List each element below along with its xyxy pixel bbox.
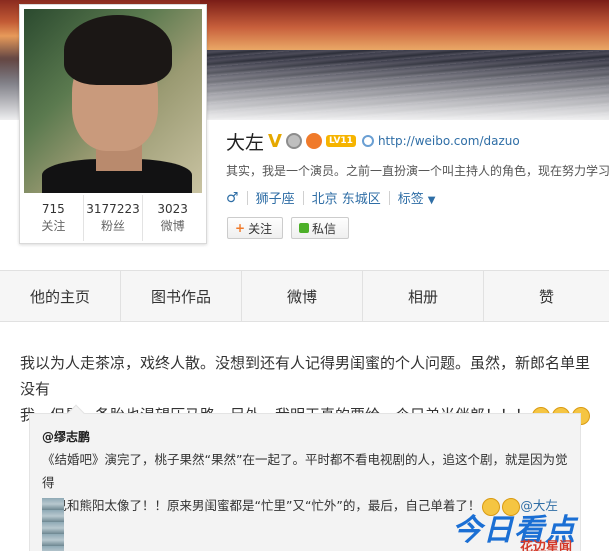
avatar-card: 715 关注 3177223 粉丝 3023 微博	[19, 4, 207, 244]
tags-dropdown[interactable]: 标签 ▼	[398, 188, 436, 207]
male-icon: ♂	[226, 189, 239, 206]
tab-weibo[interactable]: 微博	[242, 271, 363, 321]
profile-name-row: 大左 V LV11 http://weibo.com/dazuo	[226, 128, 520, 154]
watermark-subtitle: 花边星闻	[520, 540, 573, 551]
cover-sky	[200, 0, 609, 50]
tab-likes[interactable]: 赞	[484, 271, 609, 321]
avatar[interactable]	[24, 9, 202, 193]
profile-name: 大左	[226, 131, 265, 154]
stat-following[interactable]: 715 关注	[24, 195, 84, 241]
profile-tags-row: ♂ 狮子座 北京 东城区 标签 ▼	[226, 188, 436, 208]
repost-thumbnail[interactable]	[42, 498, 64, 551]
level-badge[interactable]: LV11	[325, 135, 356, 147]
message-icon	[299, 223, 309, 233]
zodiac-link[interactable]: 狮子座	[256, 188, 295, 207]
homepage-link[interactable]: http://weibo.com/dazuo	[378, 134, 520, 148]
chevron-down-icon: ▼	[427, 195, 436, 206]
stat-followers[interactable]: 3177223 粉丝	[84, 195, 144, 241]
tab-home[interactable]: 他的主页	[0, 271, 121, 321]
weibo-badge-icon[interactable]	[305, 133, 322, 149]
profile-tabs: 他的主页 图书作品 微博 相册 赞	[0, 270, 609, 322]
verified-icon[interactable]: V	[268, 131, 282, 152]
link-icon	[361, 135, 374, 147]
repost-author[interactable]: @缪志鹏	[42, 428, 90, 445]
message-button[interactable]: 私信	[291, 217, 349, 239]
plus-icon: +	[235, 221, 246, 235]
profile-stats: 715 关注 3177223 粉丝 3023 微博	[24, 195, 202, 241]
tab-album[interactable]: 相册	[363, 271, 484, 321]
profile-bio: 其实，我是一个演员。之前一直扮演一个叫主持人的角色，现在努力学习	[226, 164, 609, 178]
tags-label: 标签	[397, 192, 424, 207]
follow-button[interactable]: + 关注	[227, 217, 283, 239]
medal-icon[interactable]	[285, 133, 302, 149]
tab-books[interactable]: 图书作品	[121, 271, 242, 321]
location-link[interactable]: 北京 东城区	[312, 188, 381, 207]
stat-posts[interactable]: 3023 微博	[143, 195, 202, 241]
